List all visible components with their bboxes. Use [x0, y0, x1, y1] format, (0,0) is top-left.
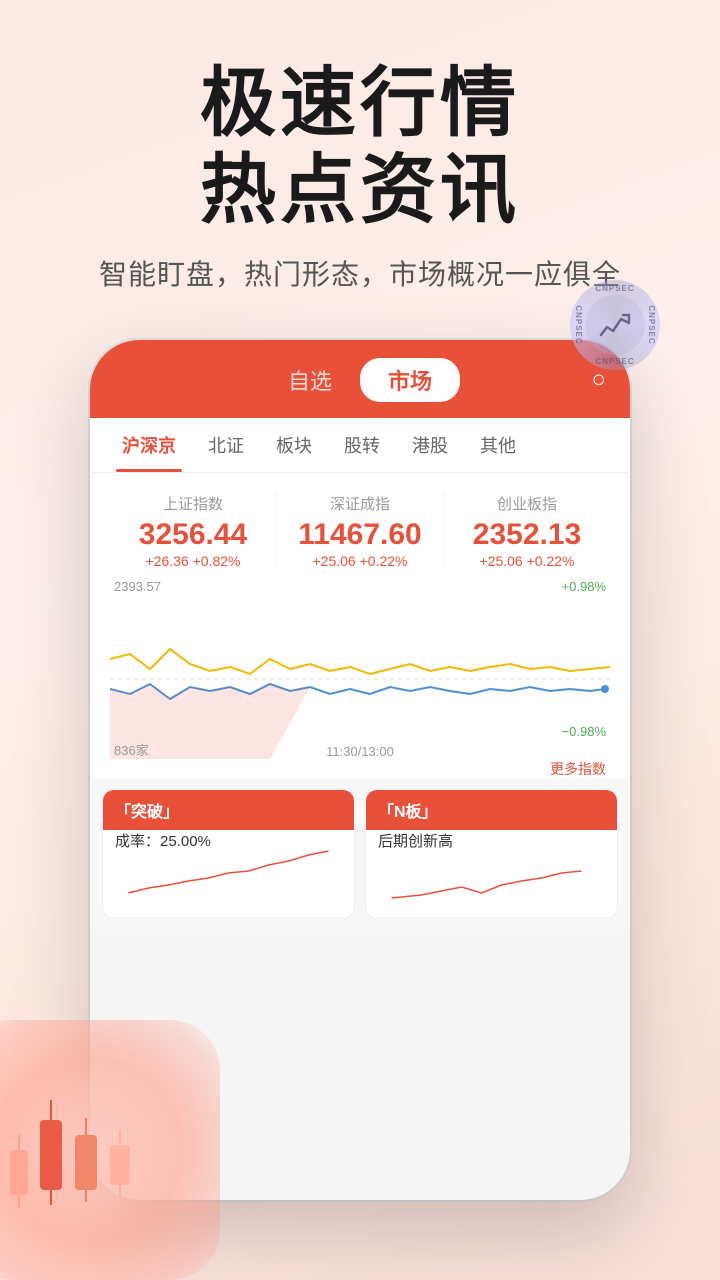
- index-value-1: 11467.60: [277, 518, 443, 551]
- watermark-text-left: CNPSEC: [574, 305, 583, 344]
- candle-decoration: [0, 970, 250, 1280]
- tab-bankuai[interactable]: 板块: [260, 418, 328, 472]
- hero-title: 极速行情 热点资讯: [40, 60, 680, 235]
- index-chuangye: 创业板指 2352.13 +25.06 +0.22%: [444, 493, 610, 569]
- chart-top-left-label: 2393.57: [114, 579, 161, 594]
- index-label-1: 深证成指: [277, 493, 443, 514]
- tab-bezheng[interactable]: 北证: [192, 418, 260, 472]
- index-change-0: +26.36 +0.82%: [110, 553, 276, 569]
- nav-shichang[interactable]: 市场: [360, 358, 460, 402]
- index-row: 上证指数 3256.44 +26.36 +0.82% 深证成指 11467.60…: [110, 493, 610, 569]
- more-index-link[interactable]: 更多指数: [550, 759, 606, 779]
- watermark-text-bottom: CNPSEC: [595, 357, 634, 366]
- tab-ganggu[interactable]: 港股: [396, 418, 464, 472]
- index-value-0: 3256.44: [110, 518, 276, 551]
- index-shangzheng: 上证指数 3256.44 +26.36 +0.82%: [110, 493, 277, 569]
- card-sparkline-1: [366, 843, 617, 908]
- chart-time-label: 11:30/13:00: [326, 744, 394, 759]
- watermark-badge: CNPSEC CNPSEC CNPSEC CNPSEC: [570, 280, 660, 370]
- chart-top-right-label: +0.98%: [562, 579, 606, 594]
- hero-title-line2: 热点资讯: [200, 148, 520, 233]
- index-label-0: 上证指数: [110, 493, 276, 514]
- card-tupo[interactable]: 「突破」 成率：25.00%: [102, 789, 355, 919]
- stock-icon: [597, 307, 633, 343]
- market-content: 上证指数 3256.44 +26.36 +0.82% 深证成指 11467.60…: [90, 473, 630, 779]
- index-change-1: +25.06 +0.22%: [277, 553, 443, 569]
- search-icon[interactable]: ○: [592, 366, 607, 394]
- chart-area: 2393.57 +0.98% −0.98% 11:30/13:00: [110, 579, 610, 779]
- candle-svg: [0, 1050, 190, 1250]
- watermark-inner: [585, 295, 645, 355]
- candle-bg: [0, 1020, 220, 1280]
- chart-count-label: 836家: [114, 740, 149, 759]
- index-value-2: 2352.13: [444, 518, 610, 551]
- hero-subtitle: 智能盯盘，热门形态，市场概况一应俱全: [40, 253, 680, 293]
- card-sparkline-0: [103, 843, 354, 908]
- tab-guzhuang[interactable]: 股转: [328, 418, 396, 472]
- tab-hushen[interactable]: 沪深京: [106, 418, 192, 472]
- nav-zixuan[interactable]: 自选: [260, 358, 360, 402]
- card-title-0: 「突破」: [103, 790, 354, 830]
- bottom-cards: 「突破」 成率：25.00% 「N板」 后期创新高: [90, 779, 630, 929]
- tab-qita[interactable]: 其他: [464, 418, 532, 472]
- card-title-1: 「N板」: [366, 790, 617, 830]
- tab-bar: 沪深京 北证 板块 股转 港股 其他: [90, 418, 630, 473]
- watermark-text-top: CNPSEC: [595, 284, 634, 293]
- card-nban[interactable]: 「N板」 后期创新高: [365, 789, 618, 919]
- chart-svg: [110, 599, 610, 759]
- index-shenzhen: 深证成指 11467.60 +25.06 +0.22%: [277, 493, 444, 569]
- index-label-2: 创业板指: [444, 493, 610, 514]
- app-nav: 自选 市场 ○: [114, 358, 606, 418]
- app-header: 自选 市场 ○: [90, 340, 630, 418]
- watermark-text-right: CNPSEC: [647, 305, 656, 344]
- index-change-2: +25.06 +0.22%: [444, 553, 610, 569]
- hero-title-line1: 极速行情: [200, 61, 520, 146]
- hero-section: 极速行情 热点资讯 智能盯盘，热门形态，市场概况一应俱全: [0, 0, 720, 323]
